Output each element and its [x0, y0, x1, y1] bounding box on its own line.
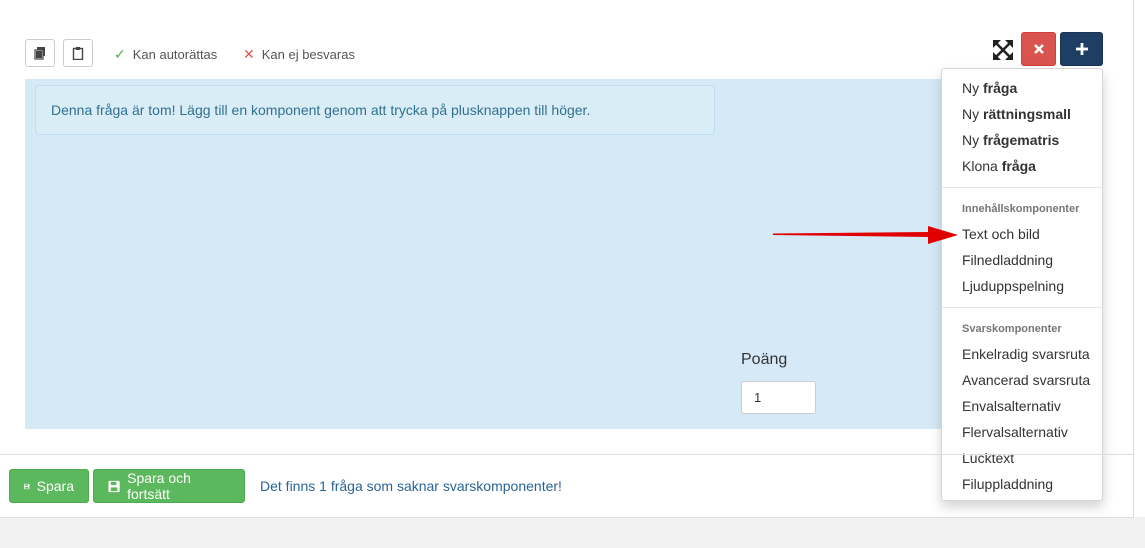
expand-icon	[993, 40, 1013, 60]
menu-item-prefix: Klona	[962, 158, 998, 174]
status-unanswerable: ✕ Kan ej besvaras	[243, 46, 355, 63]
menu-item-single-line[interactable]: Enkelradig svarsruta	[942, 341, 1102, 367]
close-icon	[1033, 44, 1044, 54]
menu-item-single-choice[interactable]: Envalsalternativ	[942, 393, 1102, 419]
status-unanswerable-label: Kan ej besvaras	[261, 47, 355, 62]
menu-item-multiple-choice[interactable]: Flervalsalternativ	[942, 419, 1102, 445]
points-input[interactable]: 1	[741, 381, 816, 414]
menu-item-bold: frågematris	[983, 132, 1060, 148]
menu-divider	[942, 307, 1102, 308]
footer-divider	[0, 454, 1133, 455]
clipboard-icon	[72, 47, 84, 60]
menu-item-clone-question[interactable]: Klona fråga	[942, 153, 1102, 179]
page-background	[0, 517, 1145, 548]
menu-header-content: Innehållskomponenter	[962, 203, 1080, 215]
floppy-icon	[24, 483, 30, 489]
menu-item-new-matrix[interactable]: Ny frågematris	[942, 127, 1102, 153]
save-and-continue-button[interactable]: Spara och fortsätt	[93, 469, 245, 503]
menu-item-new-question[interactable]: Ny fråga	[942, 75, 1102, 101]
menu-item-audio-playback[interactable]: Ljuduppspelning	[942, 273, 1102, 299]
add-component-menu: Ny fråga Ny rättningsmall Ny frågematris…	[941, 68, 1103, 501]
menu-item-prefix: Ny	[962, 80, 980, 96]
save-continue-label: Spara och fortsätt	[127, 470, 191, 502]
status-autocorrect-label: Kan autorättas	[132, 47, 218, 62]
menu-item-file-download[interactable]: Filnedladdning	[942, 247, 1102, 273]
menu-item-file-upload[interactable]: Filuppladdning	[942, 471, 1102, 497]
add-component-button[interactable]	[1060, 32, 1103, 66]
menu-item-bold: fråga	[1001, 158, 1036, 174]
menu-item-prefix: Ny	[962, 132, 980, 148]
copy-icon	[34, 47, 45, 60]
cross-icon: ✕	[243, 46, 255, 62]
menu-item-advanced[interactable]: Avancerad svarsruta	[942, 367, 1102, 393]
red-arrow-annotation	[773, 226, 958, 244]
menu-item-text-image[interactable]: Text och bild	[942, 221, 1102, 247]
status-autocorrect: ✓ Kan autorättas	[114, 46, 217, 63]
menu-item-prefix: Ny	[962, 106, 980, 122]
menu-item-cloze[interactable]: Lucktext	[942, 445, 1102, 471]
save-label: Spara	[36, 478, 74, 494]
paste-button[interactable]	[63, 39, 93, 67]
save-button[interactable]: Spara	[9, 469, 89, 503]
plus-icon	[1075, 43, 1088, 55]
empty-question-alert: Denna fråga är tom! Lägg till en kompone…	[35, 85, 715, 135]
menu-item-bold: rättningsmall	[983, 106, 1071, 122]
floppy-icon	[108, 480, 120, 492]
menu-item-bold: fråga	[983, 80, 1018, 96]
copy-button[interactable]	[25, 39, 55, 67]
check-icon: ✓	[114, 46, 126, 62]
menu-header-answer: Svarskomponenter	[962, 323, 1062, 335]
menu-divider	[942, 187, 1102, 188]
menu-item-new-template[interactable]: Ny rättningsmall	[942, 101, 1102, 127]
points-label: Poäng	[741, 351, 788, 368]
missing-answer-warning-link[interactable]: Det finns 1 fråga som saknar svarskompon…	[260, 478, 562, 494]
fullscreen-button[interactable]	[988, 35, 1018, 65]
delete-question-button[interactable]	[1021, 32, 1056, 66]
